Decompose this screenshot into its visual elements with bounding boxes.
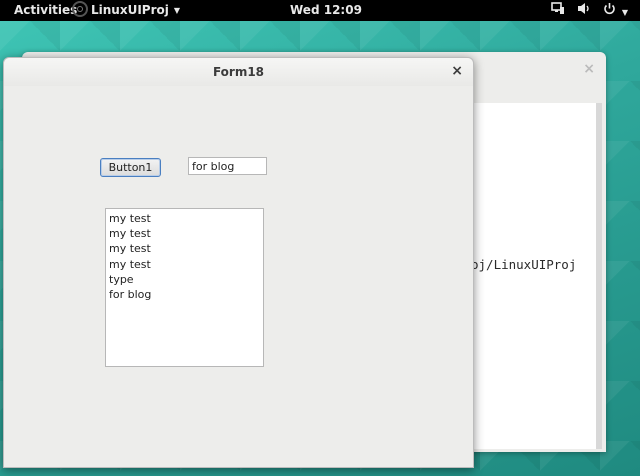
- app-menu[interactable]: LinuxUIProj ▼: [72, 1, 181, 17]
- list-item[interactable]: my test: [109, 211, 263, 226]
- terminal-text: oj/LinuxUIProj: [471, 257, 577, 272]
- list-item[interactable]: my test: [109, 226, 263, 241]
- app-menu-label: LinuxUIProj: [91, 3, 169, 17]
- close-icon[interactable]: ×: [583, 61, 595, 77]
- list-item[interactable]: my test: [109, 257, 263, 272]
- form-window[interactable]: Form18 × Button1 my test my test my test…: [3, 57, 474, 468]
- close-icon[interactable]: ×: [451, 63, 463, 79]
- display-icon[interactable]: [551, 2, 565, 19]
- app-icon: [72, 1, 88, 17]
- activities-button[interactable]: Activities: [14, 3, 77, 17]
- clock[interactable]: Wed 12:09: [290, 3, 362, 17]
- button1[interactable]: Button1: [100, 158, 161, 177]
- text-field[interactable]: [188, 157, 267, 175]
- chevron-down-icon: ▼: [173, 5, 181, 15]
- list-item[interactable]: for blog: [109, 287, 263, 302]
- title-bar[interactable]: Form18 ×: [4, 58, 473, 86]
- system-tray[interactable]: ▼: [551, 2, 628, 19]
- window-title: Form18: [212, 65, 265, 79]
- terminal-content[interactable]: oj/LinuxUIProj: [471, 103, 596, 449]
- top-bar: Activities LinuxUIProj ▼ Wed 12:09 ▼: [0, 0, 640, 21]
- power-icon[interactable]: ▼: [603, 2, 628, 19]
- list-item[interactable]: my test: [109, 241, 263, 256]
- list-box[interactable]: my test my test my test my test type for…: [105, 208, 264, 367]
- volume-icon[interactable]: [577, 2, 591, 19]
- list-item[interactable]: type: [109, 272, 263, 287]
- terminal-scrollbar[interactable]: [596, 103, 602, 449]
